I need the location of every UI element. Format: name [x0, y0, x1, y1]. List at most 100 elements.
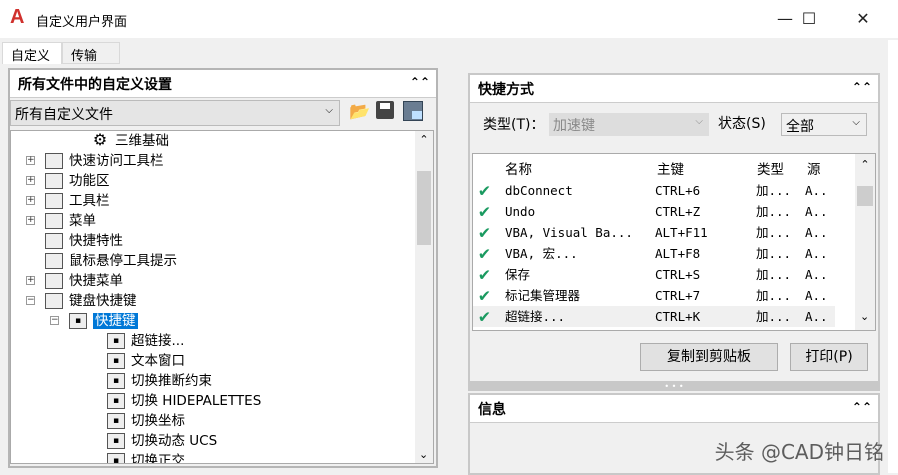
key-icon: ▪ [107, 353, 125, 369]
tree-item-label: 切换坐标 [131, 413, 185, 429]
tree-item[interactable]: 功能区 [45, 171, 110, 191]
title-bar: A 自定义用户界面 — ☐ ✕ [0, 0, 898, 38]
chevron-down-icon: ⌵ [852, 117, 860, 128]
cell-source: A.. [805, 225, 828, 240]
column-header-name[interactable]: 名称 [505, 158, 532, 178]
tab-transfer[interactable]: 传输 [62, 42, 120, 64]
gear-icon: ⚙ [92, 130, 108, 149]
tree-item-label: 切换推断约束 [131, 373, 212, 389]
expand-icon[interactable]: + [26, 176, 35, 185]
scroll-thumb[interactable] [857, 186, 873, 206]
tree-item[interactable]: 快速访问工具栏 [45, 151, 164, 171]
watermark: 头条 @CAD钟日铭 [714, 440, 884, 464]
scroll-up-icon[interactable]: ⌃ [415, 133, 433, 146]
key-icon: ▪ [107, 333, 125, 349]
save-icon[interactable] [376, 101, 394, 119]
close-button[interactable]: ✕ [840, 4, 886, 34]
tree-item-label: 快速访问工具栏 [69, 153, 164, 169]
tree-item[interactable]: ▪ 超链接... [107, 331, 184, 351]
cell-name: dbConnect [505, 183, 573, 198]
status-select[interactable]: 全部 ⌵ [781, 113, 867, 136]
copy-to-clipboard-button[interactable]: 复制到剪贴板 [640, 343, 778, 371]
cell-type: 加... [756, 267, 792, 282]
autocad-logo-icon: A [10, 6, 25, 28]
chevron-down-icon: ⌵ [695, 116, 703, 127]
panel-header: 所有文件中的自定义设置 ⌃⌃ [10, 70, 436, 98]
column-header-source[interactable]: 源 [807, 158, 821, 178]
cell-source: A.. [805, 288, 828, 303]
cell-key: ALT+F11 [655, 225, 708, 240]
cell-type: 加... [756, 225, 792, 240]
collapse-icon[interactable]: ⌃⌃ [852, 80, 872, 94]
tree-item[interactable]: 快捷菜单 [45, 271, 123, 291]
tree-item[interactable]: ▪ 切换坐标 [107, 411, 185, 431]
collapse-icon[interactable]: ⌃⌃ [410, 75, 430, 89]
tree-item[interactable]: 鼠标悬停工具提示 [45, 251, 177, 271]
cell-source: A.. [805, 246, 828, 261]
table-row[interactable]: ✔ 标记集管理器 CTRL+7 加... A.. [473, 285, 835, 306]
open-file-icon[interactable]: 📂 [349, 102, 370, 122]
shortcut-menu-icon [45, 273, 63, 289]
table-row[interactable]: ✔ Undo CTRL+Z 加... A.. [473, 201, 835, 222]
cell-key: ALT+F8 [655, 246, 701, 261]
collapse-icon[interactable]: ⌃⌃ [852, 400, 872, 414]
save-as-icon[interactable] [403, 101, 423, 121]
scroll-down-icon[interactable]: ⌄ [419, 448, 428, 461]
table-row[interactable]: ✔ VBA, Visual Ba... ALT+F11 加... A.. [473, 222, 835, 243]
tree-scrollbar[interactable]: ⌃ ⌄ [415, 131, 433, 463]
tree-item[interactable]: ▪ 切换推断约束 [107, 371, 212, 391]
tree-item[interactable]: ▪ 快捷键 [69, 311, 138, 331]
cell-key: CTRL+6 [655, 183, 701, 198]
tree-item[interactable]: 菜单 [45, 211, 96, 231]
collapse-tree-icon[interactable]: − [26, 296, 35, 305]
tree-item-label: 键盘快捷键 [69, 293, 137, 309]
status-select-value: 全部 [786, 119, 814, 135]
file-select-value: 所有自定义文件 [15, 107, 113, 123]
tree-item[interactable]: ▪ 切换正交 [107, 451, 185, 464]
check-icon: ✔ [479, 243, 490, 264]
tree-item[interactable]: ▪ 切换动态 UCS [107, 431, 217, 451]
scroll-up-icon[interactable]: ⌃ [855, 158, 875, 171]
tree-item[interactable]: 快捷特性 [45, 231, 123, 251]
tree-item[interactable]: ⚙ 三维基础 [91, 131, 169, 151]
tree-item-label: 三维基础 [115, 133, 169, 149]
expand-icon[interactable]: + [26, 196, 35, 205]
expand-icon[interactable]: + [26, 276, 35, 285]
tree-item-label: 快捷菜单 [69, 273, 123, 289]
print-button[interactable]: 打印(P) [790, 343, 868, 371]
tree-item-label: 文本窗口 [131, 353, 185, 369]
tree-item-label: 快捷特性 [69, 233, 123, 249]
cell-name: VBA, 宏... [505, 246, 578, 261]
tree-item-label: 切换正交 [131, 453, 185, 464]
table-row[interactable]: ✔ 超链接... CTRL+K 加... A.. [473, 306, 835, 327]
maximize-button[interactable]: ☐ [786, 4, 832, 34]
table-scrollbar[interactable]: ⌃ ⌄ [855, 154, 875, 330]
check-icon: ✔ [479, 180, 490, 201]
shortcuts-table[interactable]: 名称 主键 类型 源 ⌃ ⌄ ✔ dbConnect CTRL+6 加... A.. ✔ U… [472, 153, 876, 331]
table-row[interactable]: ✔ 保存 CTRL+S 加... A.. [473, 264, 835, 285]
cell-source: A.. [805, 183, 828, 198]
scroll-down-icon[interactable]: ⌄ [860, 310, 869, 323]
column-header-type[interactable]: 类型 [757, 158, 784, 178]
tree-item[interactable]: 工具栏 [45, 191, 110, 211]
tree-item[interactable]: ▪ 文本窗口 [107, 351, 185, 371]
customization-file-select[interactable]: 所有自定义文件 ⌵ [10, 100, 340, 126]
splitter-handle[interactable]: • • • [468, 383, 880, 391]
check-icon: ✔ [479, 264, 490, 285]
scroll-thumb[interactable] [417, 171, 431, 245]
cell-source: A.. [805, 204, 828, 219]
cell-type: 加... [756, 183, 792, 198]
menu-icon [45, 213, 63, 229]
column-header-key[interactable]: 主键 [657, 158, 684, 178]
table-row[interactable]: ✔ VBA, 宏... ALT+F8 加... A.. [473, 243, 835, 264]
expand-icon[interactable]: + [26, 156, 35, 165]
table-row[interactable]: ✔ dbConnect CTRL+6 加... A.. [473, 180, 835, 201]
expand-icon[interactable]: + [26, 216, 35, 225]
collapse-tree-icon[interactable]: − [50, 316, 59, 325]
tree-item-label: 工具栏 [69, 193, 110, 209]
tree-item[interactable]: ▪ 切换 HIDEPALETTES [107, 391, 261, 411]
type-select[interactable]: 加速键 ⌵ [549, 113, 709, 136]
customization-tree[interactable]: ⌃ ⌄ ⚙ 三维基础 + 快速访问工具栏 + 功能区 + 工具栏 + 菜单快捷特性鼠标悬停工具提示… [10, 130, 434, 464]
tree-item[interactable]: 键盘快捷键 [45, 291, 137, 311]
tab-customize[interactable]: 自定义 [2, 42, 62, 64]
